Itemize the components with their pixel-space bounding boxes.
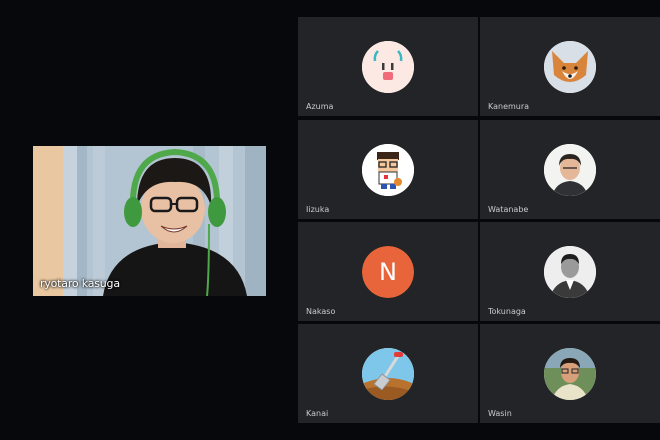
participant-tile-tokunaga[interactable]: Tokunaga [480, 222, 660, 321]
participant-tile-kanai[interactable]: Kanai [298, 324, 478, 423]
ghost-character-icon [362, 41, 414, 93]
participant-tile-wasin[interactable]: Wasin [480, 324, 660, 423]
initial-avatar: N [362, 246, 414, 298]
participant-name: Watanabe [488, 205, 529, 214]
person-photo-avatar [544, 144, 596, 196]
speaker-name-label: ryotaro kasuga [40, 277, 120, 290]
participant-name: Iizuka [306, 205, 330, 214]
participant-name: Tokunaga [488, 307, 526, 316]
fox-photo-avatar [544, 41, 596, 93]
pixel-boy-icon [362, 144, 414, 196]
participant-name: Kanemura [488, 102, 530, 111]
shovel-icon [362, 348, 414, 400]
speaker-video-frame [33, 146, 266, 296]
participant-tile-watanabe[interactable]: Watanabe [480, 120, 660, 219]
person-photo-outdoor-avatar [544, 348, 596, 400]
participant-tile-iizuka[interactable]: Iizuka [298, 120, 478, 219]
participant-tile-nakaso[interactable]: N Nakaso [298, 222, 478, 321]
participant-tile-azuma[interactable]: Azuma [298, 17, 478, 116]
active-speaker-video[interactable]: ryotaro kasuga [33, 146, 266, 296]
avatar-initial: N [362, 246, 414, 298]
participant-name: Wasin [488, 409, 512, 418]
participant-name: Nakaso [306, 307, 336, 316]
participant-name: Azuma [306, 102, 334, 111]
participant-name: Kanai [306, 409, 329, 418]
participant-tile-kanemura[interactable]: Kanemura [480, 17, 660, 116]
person-photo-bw-avatar [544, 246, 596, 298]
